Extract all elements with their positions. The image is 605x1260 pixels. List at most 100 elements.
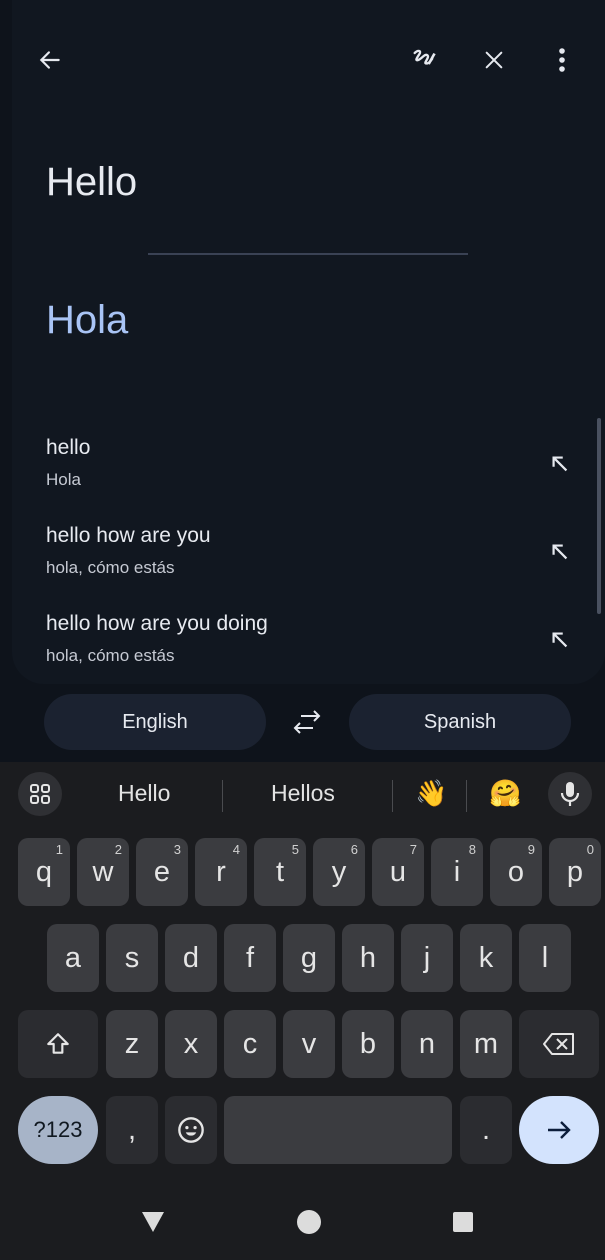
key-label: q [35, 855, 53, 888]
key-j[interactable]: j [401, 924, 453, 992]
source-language-button[interactable]: English [44, 694, 266, 750]
key-label: o [507, 855, 525, 888]
key-t[interactable]: t5 [254, 838, 306, 906]
arrow-up-left-icon [552, 544, 568, 560]
keyboard-suggestion[interactable]: Hellos [271, 780, 335, 807]
key-label: p [566, 855, 584, 888]
key-a[interactable]: a [47, 924, 99, 992]
suggestion-source: hello how are you doing [46, 612, 268, 635]
key-z[interactable]: z [106, 1010, 158, 1078]
comma-key[interactable]: , [106, 1096, 158, 1164]
list-item[interactable]: hello how are you hola, cómo estás [46, 518, 586, 606]
swap-languages-button[interactable] [283, 698, 331, 746]
key-g[interactable]: g [283, 924, 335, 992]
key-u[interactable]: u7 [372, 838, 424, 906]
key-n[interactable]: n [401, 1010, 453, 1078]
key-label: r [216, 855, 226, 888]
more-options-button[interactable] [538, 36, 586, 84]
arrow-up-left-icon [552, 632, 568, 648]
key-label: d [182, 941, 200, 974]
key-label: t [275, 855, 285, 888]
period-key[interactable]: . [460, 1096, 512, 1164]
key-label: h [359, 941, 377, 974]
key-y[interactable]: y6 [313, 838, 365, 906]
translation-text[interactable]: Hola [46, 298, 128, 343]
arrow-up-left-icon [552, 456, 568, 472]
key-label: y [331, 855, 347, 888]
key-label: a [64, 941, 82, 974]
key-label: g [300, 941, 318, 974]
handwriting-icon [413, 49, 436, 65]
key-s[interactable]: s [106, 924, 158, 992]
key-f[interactable]: f [224, 924, 276, 992]
language-bar: English Spanish [0, 690, 605, 754]
system-navigation-bar [0, 1182, 605, 1260]
key-p[interactable]: p0 [549, 838, 601, 906]
shift-key[interactable] [18, 1010, 98, 1078]
target-language-button[interactable]: Spanish [349, 694, 571, 750]
key-e[interactable]: e3 [136, 838, 188, 906]
key-hint: 4 [232, 842, 240, 857]
key-v[interactable]: v [283, 1010, 335, 1078]
nav-home-button[interactable] [289, 1202, 329, 1242]
keyboard-emoji-suggestion[interactable]: 👋 [415, 778, 447, 809]
suggestion-translation: hola, cómo estás [46, 646, 175, 665]
grid-icon [30, 784, 50, 804]
insert-suggestion-button[interactable] [540, 532, 580, 572]
key-label: f [245, 941, 255, 974]
emoji-key[interactable] [165, 1096, 217, 1164]
key-label: z [124, 1027, 140, 1060]
key-i[interactable]: i8 [431, 838, 483, 906]
backspace-key[interactable] [519, 1010, 599, 1078]
microphone-icon [560, 782, 580, 806]
suggestion-source: hello how are you [46, 524, 211, 547]
space-key[interactable] [224, 1096, 452, 1164]
backspace-icon [543, 1033, 574, 1055]
key-label: u [389, 855, 407, 888]
key-x[interactable]: x [165, 1010, 217, 1078]
key-k[interactable]: k [460, 924, 512, 992]
swap-icon [293, 710, 321, 734]
key-hint: 8 [468, 842, 476, 857]
divider [148, 253, 468, 255]
insert-suggestion-button[interactable] [540, 620, 580, 660]
symbols-key[interactable]: ?123 [18, 1096, 98, 1164]
key-w[interactable]: w2 [77, 838, 129, 906]
key-label: x [183, 1027, 199, 1060]
suggestion-list: hello Hola hello how are you hola, cómo … [46, 430, 586, 694]
keyboard-suggestion[interactable]: Hello [118, 780, 170, 807]
keyboard-menu-button[interactable] [18, 772, 62, 816]
enter-key[interactable] [519, 1096, 599, 1164]
close-icon [485, 51, 503, 69]
suggestion-translation: hola, cómo estás [46, 558, 175, 577]
key-b[interactable]: b [342, 1010, 394, 1078]
keyboard-emoji-suggestion[interactable]: 🤗 [489, 778, 521, 809]
source-text[interactable]: Hello [46, 160, 137, 205]
back-button[interactable] [26, 36, 74, 84]
list-item[interactable]: hello Hola [46, 430, 586, 518]
keyboard: Hello Hellos 👋 🤗 q1 w2 e3 r4 t5 y6 u7 i8… [0, 762, 605, 1182]
key-d[interactable]: d [165, 924, 217, 992]
key-label: m [473, 1027, 499, 1060]
voice-input-button[interactable] [548, 772, 592, 816]
key-r[interactable]: r4 [195, 838, 247, 906]
key-h[interactable]: h [342, 924, 394, 992]
separator [222, 780, 223, 812]
nav-back-button[interactable] [133, 1202, 173, 1242]
key-label: e [153, 855, 171, 888]
key-o[interactable]: o9 [490, 838, 542, 906]
key-l[interactable]: l [519, 924, 571, 992]
home-circle-icon [297, 1210, 321, 1234]
key-label: w [92, 855, 114, 888]
scrollbar[interactable] [597, 418, 601, 614]
key-c[interactable]: c [224, 1010, 276, 1078]
key-label: l [541, 941, 549, 974]
shift-icon [47, 1033, 69, 1054]
handwriting-button[interactable] [400, 36, 448, 84]
key-q[interactable]: q1 [18, 838, 70, 906]
insert-suggestion-button[interactable] [540, 444, 580, 484]
clear-button[interactable] [470, 36, 518, 84]
nav-recents-button[interactable] [443, 1202, 483, 1242]
list-item[interactable]: hello how are you doing hola, cómo estás [46, 606, 586, 694]
key-m[interactable]: m [460, 1010, 512, 1078]
